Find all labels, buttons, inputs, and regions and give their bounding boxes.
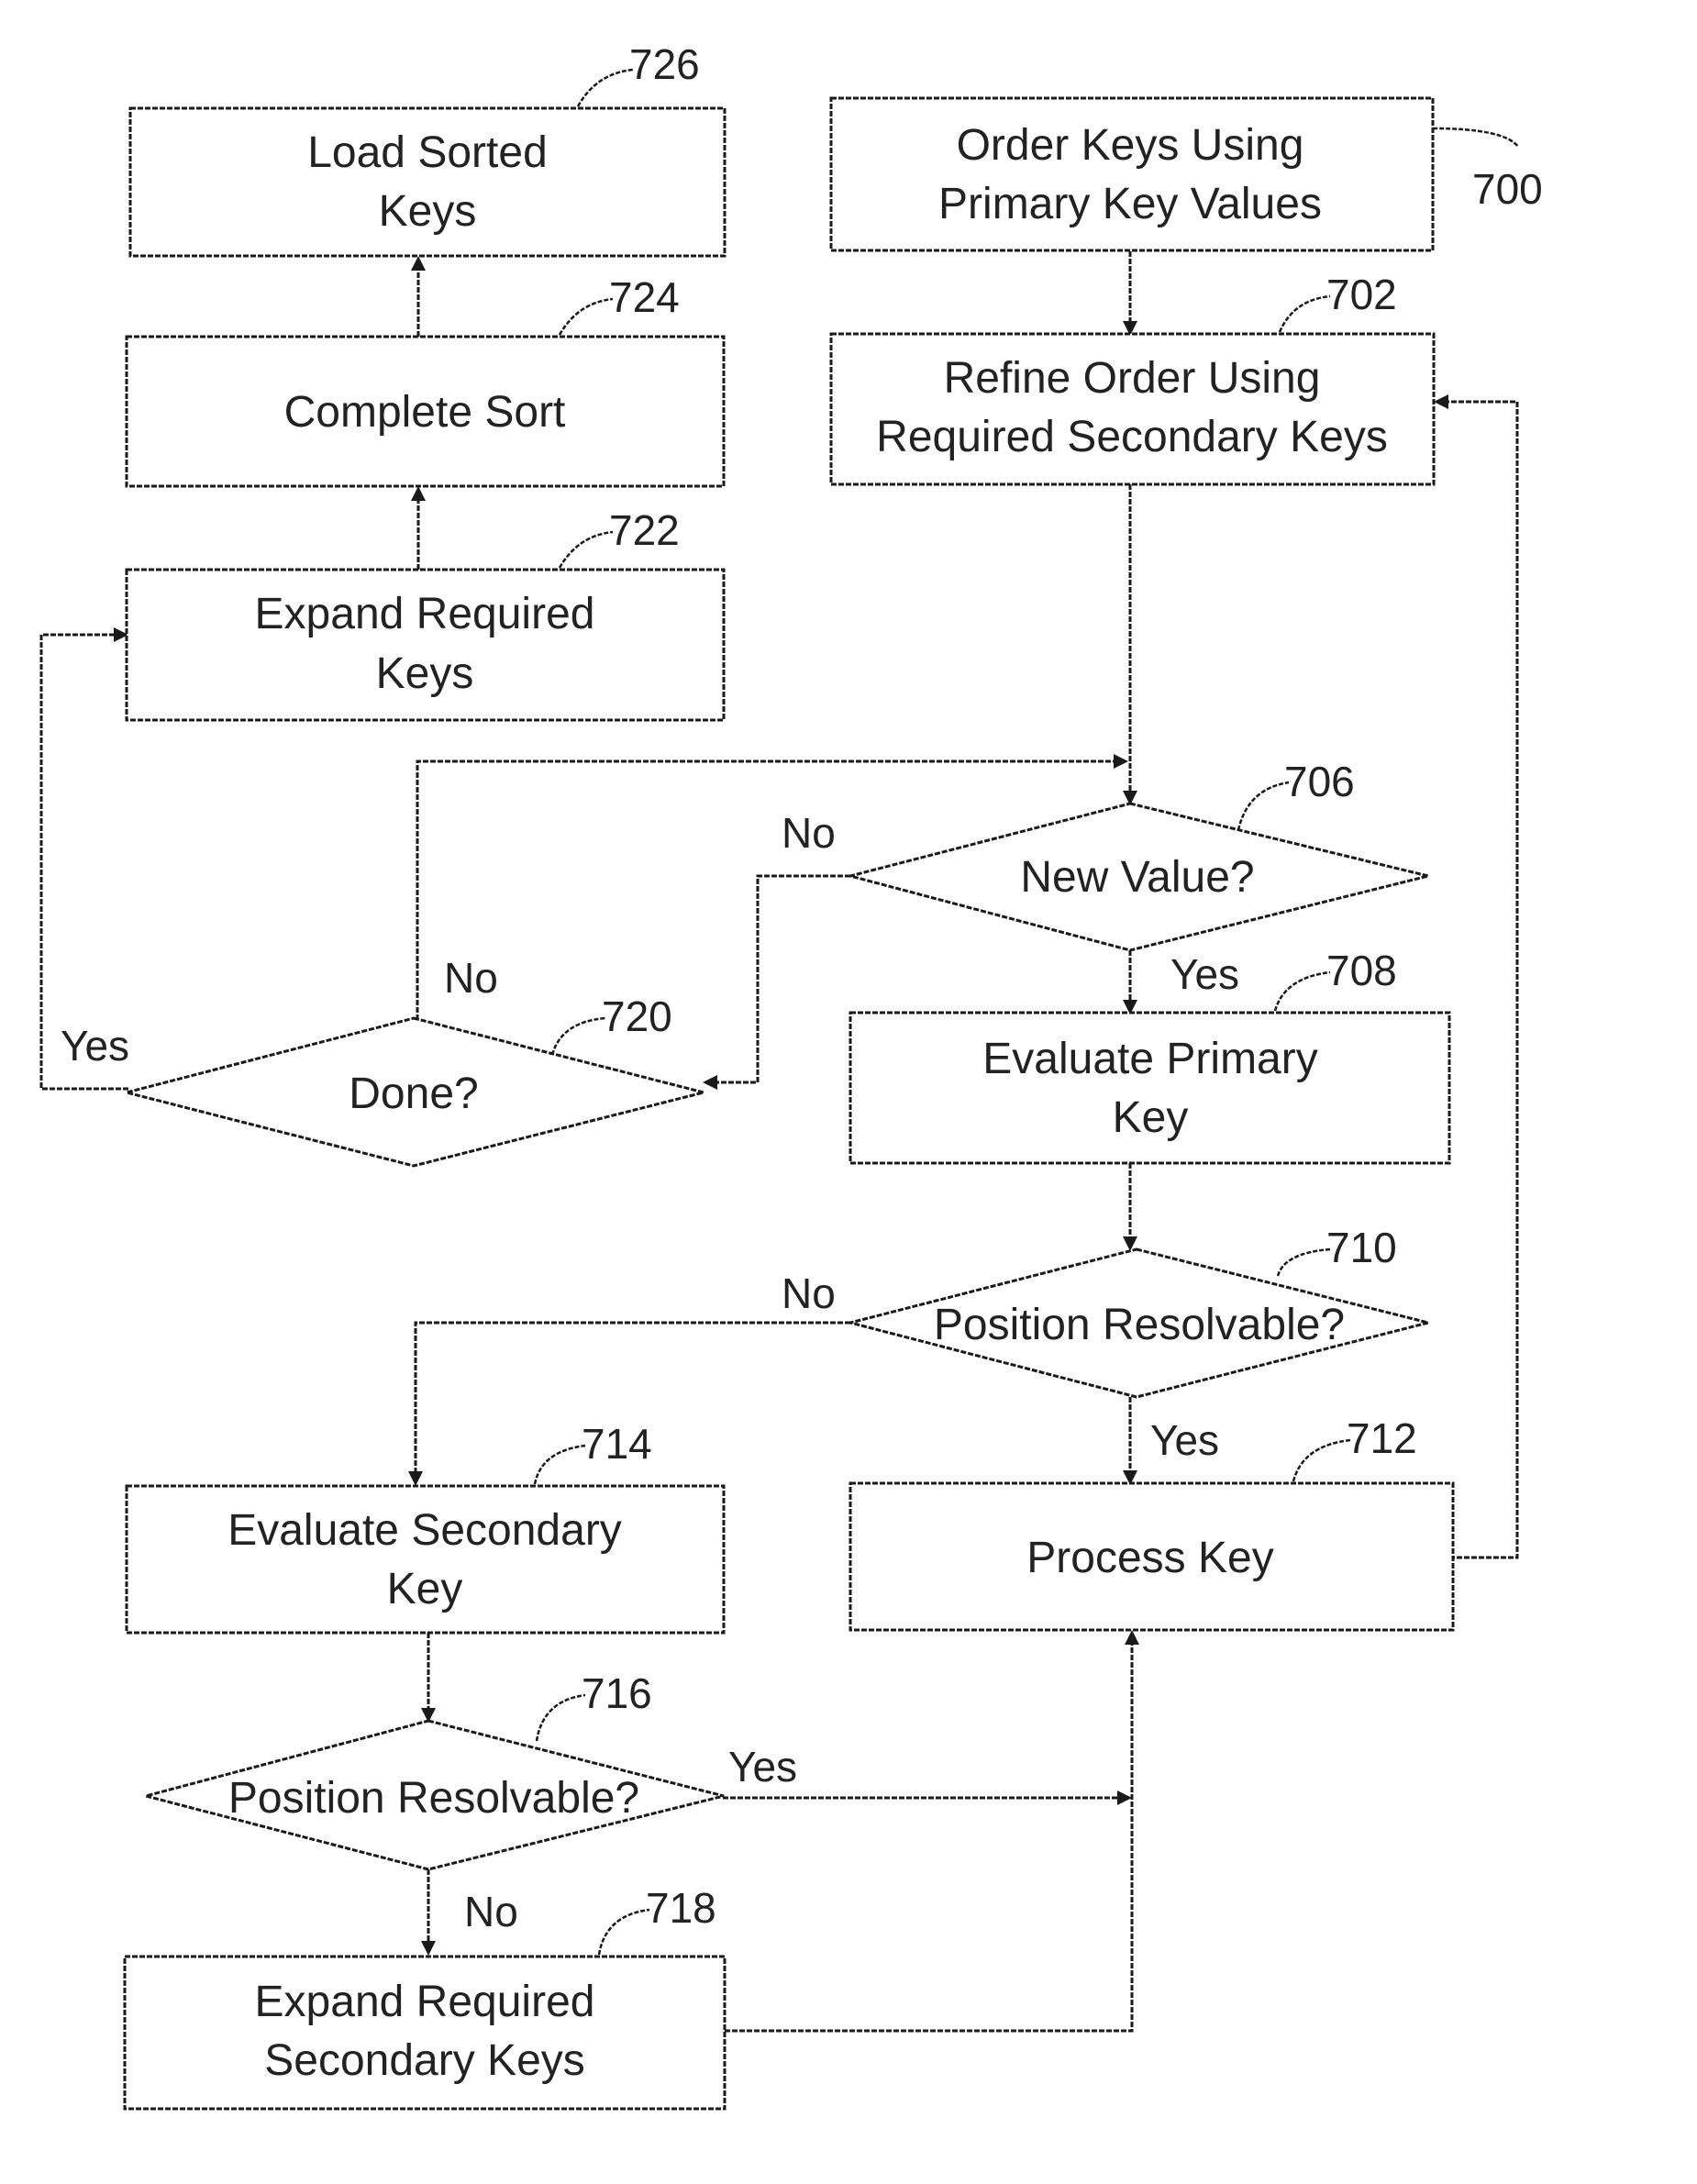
- ref-724: 724: [609, 273, 680, 321]
- ref-700: 700: [1472, 165, 1543, 213]
- label-720-yes: Yes: [61, 1022, 129, 1070]
- label-710-no: No: [782, 1269, 836, 1317]
- label-706-no: No: [782, 809, 836, 857]
- arrow-right-icon: [1117, 1790, 1132, 1805]
- leader-700: [1432, 127, 1519, 148]
- ref-718: 718: [646, 1884, 716, 1932]
- ref-720: 720: [602, 992, 672, 1040]
- diamond-720-text: Done?: [349, 1070, 478, 1118]
- leader-716: [535, 1693, 586, 1742]
- label-716-no: No: [464, 1888, 518, 1935]
- label-710-yes: Yes: [1150, 1416, 1219, 1464]
- leader-718: [597, 1908, 650, 1956]
- arrow-left-icon: [703, 1075, 717, 1090]
- edge-720-722: [39, 633, 128, 1091]
- ref-702: 702: [1326, 271, 1397, 318]
- edge-706-720: [714, 874, 850, 1084]
- arrow-up-icon: [1125, 1630, 1139, 1645]
- label-720-no: No: [444, 954, 498, 1002]
- leader-724: [558, 297, 614, 336]
- ref-714: 714: [582, 1420, 652, 1468]
- leader-720: [550, 1016, 606, 1056]
- box-702-text-line-1: Refine Order Using: [944, 354, 1321, 403]
- box-722-text-line-1: Expand Required: [255, 590, 595, 638]
- box-712-text: Process Key: [1026, 1534, 1273, 1582]
- leader-702: [1278, 294, 1331, 333]
- arrow-up-icon: [411, 486, 426, 501]
- box-700-text-line-2: Primary Key Values: [938, 180, 1322, 228]
- arrow-down-icon: [421, 1941, 436, 1956]
- edge-718-712: [725, 1641, 1134, 2033]
- arrow-right-icon: [1114, 754, 1128, 769]
- ref-722: 722: [609, 506, 680, 554]
- arrow-up-icon: [411, 256, 426, 271]
- ref-710: 710: [1326, 1224, 1397, 1271]
- box-700-text-line-1: Order Keys Using: [957, 121, 1304, 170]
- ref-712: 712: [1347, 1414, 1417, 1462]
- edge-712-702: [1445, 400, 1519, 1559]
- box-708-text-line-2: Key: [1113, 1093, 1189, 1142]
- box-718-text-line-1: Expand Required: [255, 1978, 595, 2026]
- ref-726: 726: [629, 40, 700, 88]
- flowchart-700: Load Sorted Keys Complete Sort Expand Re…: [39, 40, 1543, 2111]
- leader-722: [558, 530, 614, 569]
- label-706-yes: Yes: [1170, 950, 1239, 998]
- box-718-text-line-2: Secondary Keys: [264, 2036, 585, 2085]
- diamond-706-text: New Value?: [1020, 853, 1254, 902]
- box-726-text-line-1: Load Sorted: [307, 128, 548, 177]
- box-714-text-line-2: Key: [387, 1565, 463, 1613]
- leader-710: [1276, 1247, 1331, 1277]
- label-716-yes: Yes: [728, 1743, 797, 1790]
- diamond-716-text: Position Resolvable?: [228, 1774, 639, 1823]
- leader-714: [533, 1444, 586, 1485]
- ref-706: 706: [1284, 758, 1355, 805]
- leader-712: [1292, 1438, 1351, 1482]
- arrow-left-icon: [1434, 394, 1448, 409]
- ref-716: 716: [582, 1669, 652, 1717]
- box-708-text-line-1: Evaluate Primary: [982, 1035, 1317, 1083]
- box-714-text-line-1: Evaluate Secondary: [227, 1506, 622, 1555]
- arrow-down-icon: [408, 1471, 423, 1486]
- box-726-text-line-2: Keys: [379, 187, 477, 236]
- box-722-text-line-2: Keys: [376, 649, 474, 698]
- leader-708: [1273, 970, 1331, 1012]
- diamond-710-text: Position Resolvable?: [934, 1301, 1345, 1349]
- box-702-text-line-2: Required Secondary Keys: [876, 413, 1388, 461]
- ref-708: 708: [1326, 947, 1397, 994]
- reference-numerals: 726 724 722 700 702 706 708 720 710 712 …: [582, 40, 1543, 1932]
- leader-726: [576, 68, 634, 107]
- leader-706: [1237, 781, 1290, 831]
- box-724-text: Complete Sort: [284, 388, 566, 437]
